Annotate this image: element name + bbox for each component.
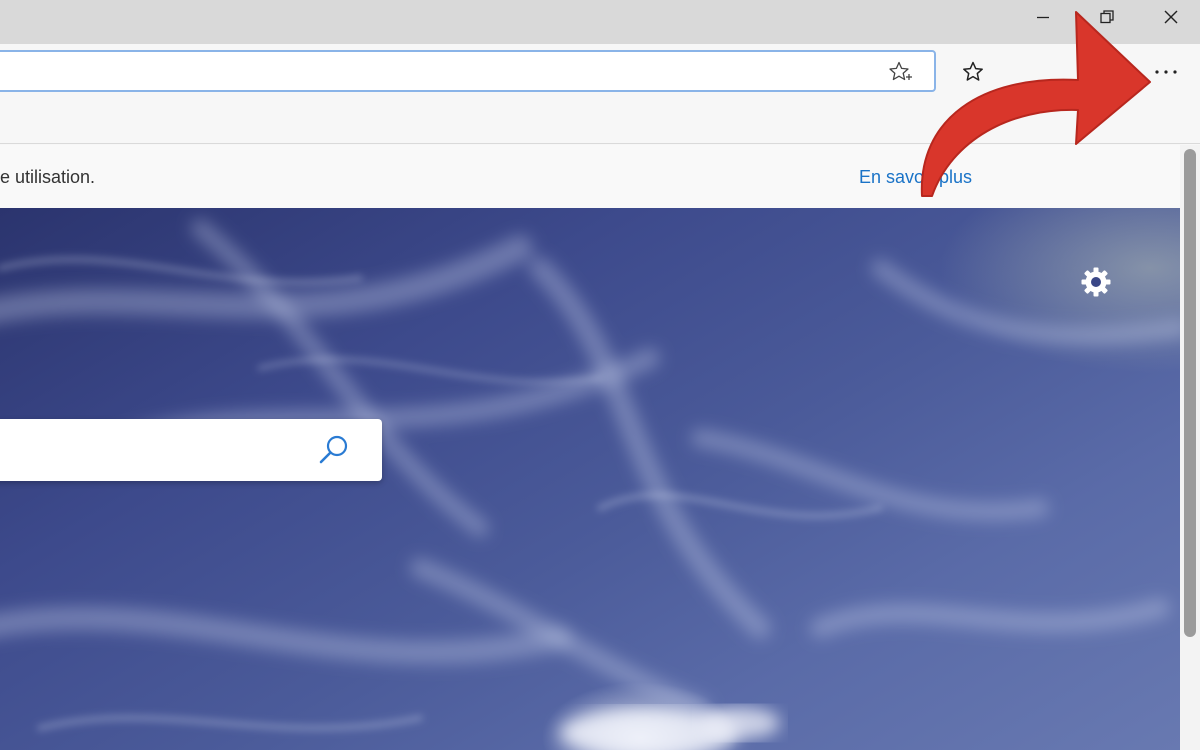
close-icon (1164, 10, 1178, 24)
page-scrollbar[interactable] (1180, 145, 1200, 750)
scrollbar-thumb[interactable] (1184, 149, 1196, 637)
more-options-button[interactable] (1146, 58, 1186, 86)
web-search-box[interactable] (0, 419, 382, 481)
minimize-icon (1037, 16, 1049, 19)
add-favorite-button[interactable] (888, 60, 914, 84)
search-icon (319, 435, 348, 464)
restore-icon (1100, 10, 1114, 24)
address-input[interactable] (8, 52, 868, 90)
title-bar (0, 0, 1200, 44)
more-icon (1155, 70, 1177, 74)
browser-toolbar (0, 44, 1200, 100)
notice-text: e utilisation. (0, 167, 96, 187)
notice-bar: e utilisation. En savoir plus (0, 145, 1180, 208)
new-tab-page (0, 208, 1180, 750)
address-bar[interactable] (0, 50, 936, 92)
star-plus-icon (889, 61, 912, 81)
star-icon (963, 61, 983, 81)
close-button[interactable] (1140, 0, 1200, 34)
restore-button[interactable] (1076, 0, 1138, 34)
search-input[interactable] (8, 419, 308, 481)
favorites-button[interactable] (958, 58, 988, 86)
minimize-button[interactable] (1012, 0, 1074, 34)
favorites-bar (0, 100, 1200, 144)
page-settings-button[interactable] (1078, 264, 1114, 300)
gear-icon (1081, 267, 1111, 297)
learn-more-link[interactable]: En savoir plus (859, 167, 972, 188)
search-button[interactable] (316, 432, 352, 468)
